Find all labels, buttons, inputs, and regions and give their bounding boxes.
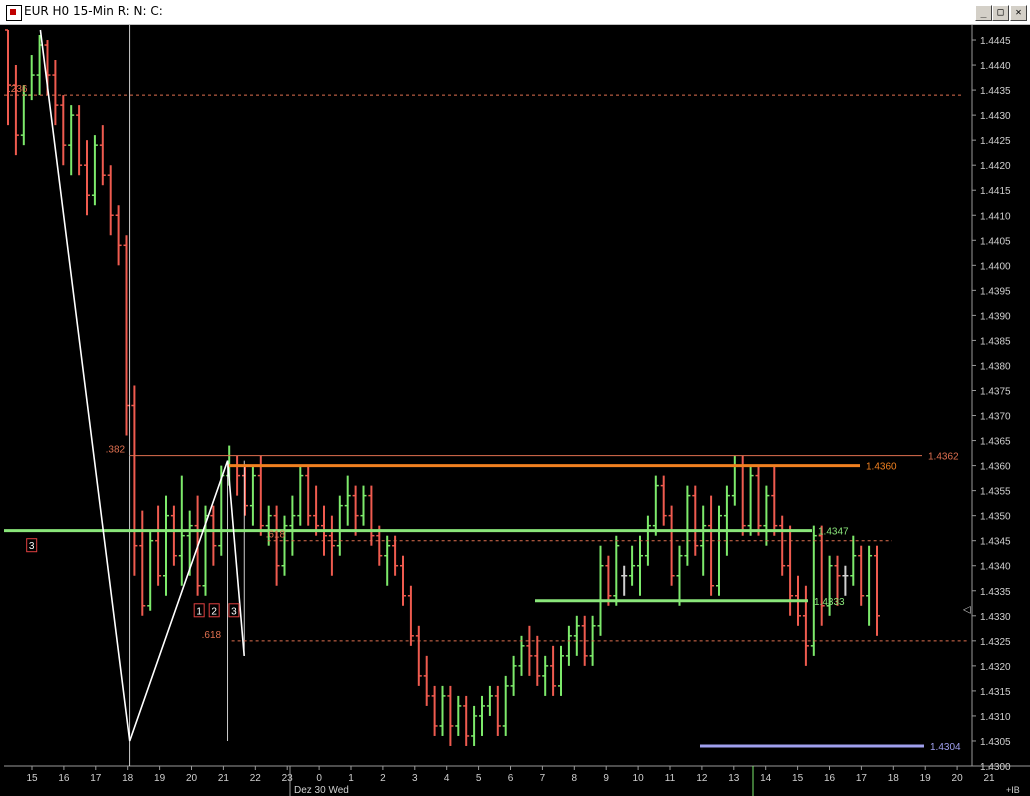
x-tick-label: 1 bbox=[348, 773, 354, 784]
x-tick-label: 23 bbox=[282, 773, 294, 784]
x-tick-label: 11 bbox=[665, 773, 676, 784]
restore-button[interactable]: □ bbox=[992, 5, 1009, 21]
wave-count-label: 3 bbox=[29, 541, 35, 552]
x-tick-label: 18 bbox=[888, 773, 900, 784]
x-tick-label: 20 bbox=[952, 773, 964, 784]
y-tick-label: 1.4395 bbox=[980, 286, 1011, 297]
x-tick-label: 2 bbox=[380, 773, 386, 784]
price-chart[interactable]: .236 .382 1.4362 1.4360 1.4347 .618 1.4333 .618… bbox=[0, 25, 1030, 796]
chart-window: EUR H0 15-Min R: N: C: _ □ ✕ .236 .382 1.4… bbox=[0, 0, 1030, 796]
y-tick-label: 1.4415 bbox=[980, 186, 1011, 197]
close-button[interactable]: ✕ bbox=[1010, 5, 1027, 21]
x-tick-label: 21 bbox=[983, 773, 995, 784]
y-tick-label: 1.4335 bbox=[980, 587, 1011, 598]
x-tick-label: 13 bbox=[728, 773, 740, 784]
y-tick-label: 1.4445 bbox=[980, 36, 1011, 47]
x-tick-label: 9 bbox=[603, 773, 609, 784]
y-tick-label: 1.4330 bbox=[980, 612, 1011, 623]
x-tick-label: 3 bbox=[412, 773, 418, 784]
window-title: EUR H0 15-Min R: N: C: bbox=[24, 4, 163, 18]
y-tick-label: 1.4315 bbox=[980, 687, 1011, 698]
y-tick-label: 1.4355 bbox=[980, 487, 1011, 498]
fib-level-label: .618 bbox=[202, 630, 222, 641]
y-tick-label: 1.4370 bbox=[980, 412, 1011, 423]
corner-label: +IB bbox=[1006, 785, 1020, 795]
wave-count-label: 3 bbox=[231, 606, 237, 617]
y-tick-label: 1.4405 bbox=[980, 236, 1011, 247]
y-tick-label: 1.4420 bbox=[980, 161, 1011, 172]
y-tick-label: 1.4305 bbox=[980, 737, 1011, 748]
y-tick-label: 1.4425 bbox=[980, 136, 1011, 147]
x-tick-label: 17 bbox=[90, 773, 102, 784]
y-tick-label: 1.4350 bbox=[980, 512, 1011, 523]
y-tick-label: 1.4320 bbox=[980, 662, 1011, 673]
y-tick-label: 1.4340 bbox=[980, 562, 1011, 573]
price-level-label: 1.4304 bbox=[930, 742, 961, 753]
y-tick-label: 1.4375 bbox=[980, 386, 1011, 397]
date-label: Dez 30 Wed bbox=[294, 785, 349, 796]
y-tick-label: 1.4435 bbox=[980, 86, 1011, 97]
x-tick-label: 16 bbox=[824, 773, 836, 784]
wave-count-label: 2 bbox=[211, 606, 217, 617]
x-tick-label: 22 bbox=[250, 773, 262, 784]
current-price-marker-icon: ◁ bbox=[963, 604, 971, 615]
y-tick-label: 1.4310 bbox=[980, 712, 1011, 723]
x-tick-label: 19 bbox=[154, 773, 166, 784]
price-level-label: 1.4333 bbox=[814, 597, 845, 608]
x-tick-label: 0 bbox=[316, 773, 322, 784]
price-level-label: 1.4347 bbox=[818, 527, 849, 538]
x-tick-label: 5 bbox=[476, 773, 482, 784]
price-level-label: 1.4360 bbox=[866, 462, 897, 473]
x-tick-label: 17 bbox=[856, 773, 868, 784]
x-tick-label: 21 bbox=[218, 773, 230, 784]
chart-background bbox=[0, 25, 1030, 796]
minimize-button[interactable]: _ bbox=[975, 5, 992, 21]
y-tick-label: 1.4385 bbox=[980, 336, 1011, 347]
x-tick-label: 4 bbox=[444, 773, 450, 784]
fib-level-label: .236 bbox=[8, 84, 28, 95]
x-tick-label: 12 bbox=[696, 773, 708, 784]
x-tick-label: 6 bbox=[508, 773, 514, 784]
price-level-label: 1.4362 bbox=[928, 452, 959, 463]
x-tick-label: 14 bbox=[760, 773, 772, 784]
y-tick-label: 1.4430 bbox=[980, 111, 1011, 122]
y-tick-label: 1.4325 bbox=[980, 637, 1011, 648]
y-tick-label: 1.4400 bbox=[980, 261, 1011, 272]
y-tick-label: 1.4345 bbox=[980, 537, 1011, 548]
x-tick-label: 7 bbox=[540, 773, 546, 784]
y-tick-label: 1.4380 bbox=[980, 361, 1011, 372]
y-tick-label: 1.4440 bbox=[980, 61, 1011, 72]
x-tick-label: 16 bbox=[58, 773, 70, 784]
y-tick-label: 1.4360 bbox=[980, 462, 1011, 473]
x-tick-label: 18 bbox=[122, 773, 134, 784]
fib-level-label: .382 bbox=[106, 445, 126, 456]
x-tick-label: 15 bbox=[792, 773, 804, 784]
y-tick-label: 1.4390 bbox=[980, 311, 1011, 322]
fib-level-label: .618 bbox=[266, 530, 286, 541]
chart-app-icon[interactable] bbox=[6, 5, 22, 21]
y-tick-label: 1.4365 bbox=[980, 437, 1011, 448]
x-tick-label: 15 bbox=[26, 773, 38, 784]
title-bar[interactable]: EUR H0 15-Min R: N: C: _ □ ✕ bbox=[0, 0, 1030, 25]
y-tick-label: 1.4300 bbox=[980, 762, 1011, 773]
x-tick-label: 10 bbox=[633, 773, 645, 784]
x-tick-label: 20 bbox=[186, 773, 198, 784]
wave-count-label: 1 bbox=[196, 606, 202, 617]
y-tick-label: 1.4410 bbox=[980, 211, 1011, 222]
x-tick-label: 19 bbox=[920, 773, 932, 784]
x-tick-label: 8 bbox=[572, 773, 578, 784]
